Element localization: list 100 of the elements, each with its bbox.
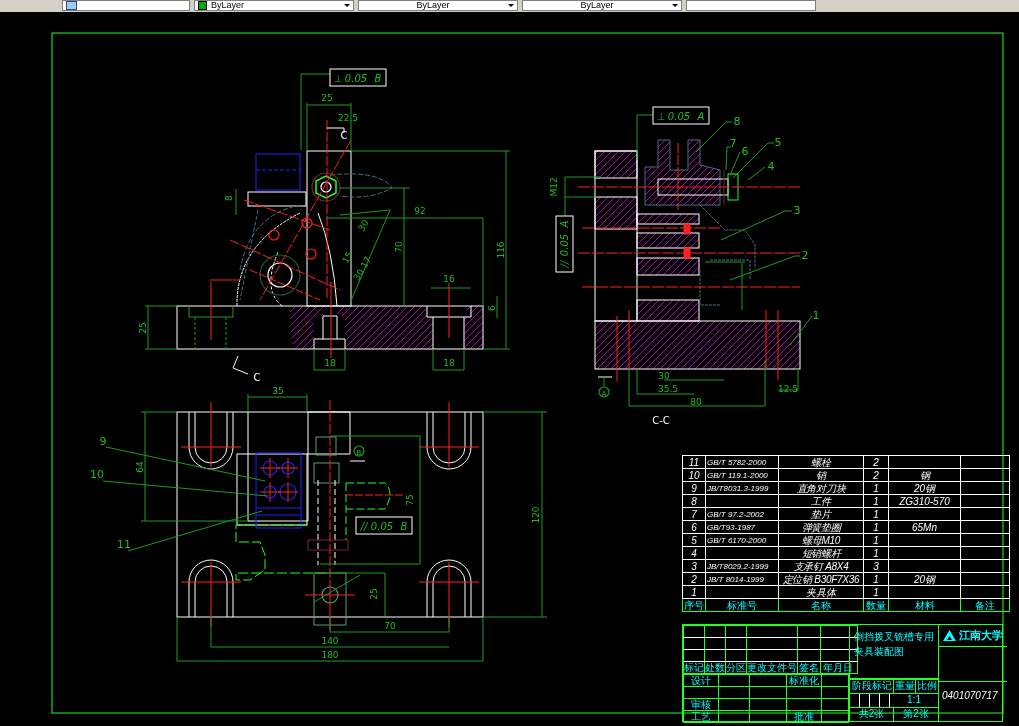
balloon-number: 9 [99, 435, 107, 448]
caret-icon [672, 4, 678, 7]
dimension-label: 18 [324, 358, 336, 368]
table-cell: 10 [682, 468, 706, 482]
table-cell: 夹具体 [778, 585, 864, 599]
table-cell: ZG310-570 [888, 494, 961, 508]
table-cell: 1 [863, 494, 889, 508]
dimension-label: 140 [321, 636, 339, 646]
table-cell: GB/T 97.2-2002 [705, 507, 779, 521]
table-cell: JB/T8029.2-1999 [705, 559, 779, 573]
table-cell: 共2张 [850, 708, 894, 721]
dimension-label: 18 [443, 358, 455, 368]
table-cell: 9 [682, 481, 706, 495]
column-header: 材料 [888, 598, 961, 612]
balloon-number: 7 [729, 137, 737, 150]
dimension-label: M12 [549, 177, 559, 197]
balloon-number: 4 [767, 160, 775, 173]
table-cell: 比例 [916, 680, 938, 693]
table-cell: 垫片 [778, 507, 864, 521]
table-cell: 定位销 B30F7X36 [778, 572, 864, 586]
balloon-number: 10 [90, 468, 104, 481]
tolerance-value: 0.05 [370, 521, 394, 532]
dimension-label: 70 [394, 241, 404, 253]
table-cell-text: 1:1 [906, 694, 922, 707]
table-cell: 弹簧垫圈 [778, 520, 864, 534]
dimension-label: 6 [487, 305, 497, 311]
balloon-number: 3 [793, 204, 801, 217]
tolerance-value: 0.05 [559, 233, 570, 257]
dropdown[interactable]: ByLayer [358, 0, 518, 11]
table-cell: 签名 [797, 661, 821, 674]
dimension-label: 116 [496, 241, 506, 259]
balloon-number: 1 [812, 309, 820, 322]
dimension-label: 30 [658, 371, 670, 381]
table-cell: GB/T 6170-2000 [705, 533, 779, 547]
tolerance-value: 0.05 [344, 73, 368, 84]
table-cell: 5 [682, 533, 706, 547]
table-cell: 1 [863, 533, 889, 547]
dimension-label: 16 [443, 274, 455, 284]
column-header: 名称 [778, 598, 864, 612]
dimension-label: 75 [405, 494, 415, 506]
dropdown[interactable]: ByLayer [194, 0, 354, 11]
dimension-label: 35 [272, 386, 284, 396]
section-mark: C [253, 372, 261, 383]
table-cell: 更改文件号 [746, 661, 798, 674]
dimension-label: 120 [531, 506, 541, 524]
table-cell: 20钢 [888, 572, 961, 586]
table-cell: JB/T 8014-1999 [705, 572, 779, 586]
table-cell: 审核 [683, 698, 719, 711]
table-cell: 直角对刀块 [778, 481, 864, 495]
table-cell: 2 [863, 455, 889, 469]
tolerance-value: 0.05 [667, 111, 691, 122]
layers-icon [66, 1, 77, 10]
color-swatch-icon [198, 1, 207, 10]
table-cell: 4 [682, 546, 706, 560]
dimension-label: 22.5 [338, 113, 358, 123]
dimension-label: 80 [690, 397, 702, 407]
tolerance-frame [652, 106, 710, 125]
table-cell: 螺栓 [778, 455, 864, 469]
table-cell: 处数 [704, 661, 726, 674]
table-cell: 65Mn [888, 520, 961, 534]
table-cell: GB/T 119.1-2000 [705, 468, 779, 482]
table-cell: 短销螺杆 [778, 546, 864, 560]
section-mark: C [340, 130, 348, 141]
balloon-number: 6 [741, 145, 749, 158]
table-cell: 销 [778, 468, 864, 482]
tolerance-symbol: ⊥ [333, 73, 343, 84]
dimension-label: 64 [135, 461, 145, 473]
table-cell: GB/T 5782-2000 [705, 455, 779, 469]
table-cell: 1 [682, 585, 706, 599]
table-cell: 8 [682, 494, 706, 508]
table-cell: 分区 [725, 661, 747, 674]
table-cell: 工艺 [683, 710, 719, 723]
table-cell: 批准 [786, 710, 822, 723]
balloon-number: 11 [117, 538, 131, 551]
dimension-label: 8 [224, 195, 234, 201]
table-cell: 1 [863, 546, 889, 560]
dimension-label: 12.5 [778, 384, 798, 394]
balloon-number: 5 [774, 136, 782, 149]
caret-icon [508, 4, 514, 7]
table-cell: 支承钉 A8X4 [778, 559, 864, 573]
mountain-logo-icon [943, 630, 956, 641]
column-header: 序号 [682, 598, 706, 612]
table-cell: 6 [682, 520, 706, 534]
column-header: 备注 [960, 598, 1010, 612]
layer-dropdown[interactable] [62, 0, 190, 11]
datum-label: A [559, 220, 570, 228]
dimension-line [777, 368, 799, 391]
table-cell-text: 第2张 [902, 708, 930, 721]
table-cell: 工件 [778, 494, 864, 508]
datum-label: A [697, 111, 705, 122]
tolerance-symbol: ⊥ [656, 111, 666, 122]
dimension-label: 30 [356, 218, 371, 233]
dropdown[interactable] [686, 0, 816, 11]
table-cell: 3 [863, 559, 889, 573]
dropdown[interactable]: ByLayer [522, 0, 682, 11]
dimension-label: 25 [369, 588, 379, 600]
tolerance-symbol: // [360, 521, 368, 532]
tolerance-frame [355, 516, 413, 535]
table-cell: 1 [863, 481, 889, 495]
tolerance-frame [555, 215, 574, 273]
